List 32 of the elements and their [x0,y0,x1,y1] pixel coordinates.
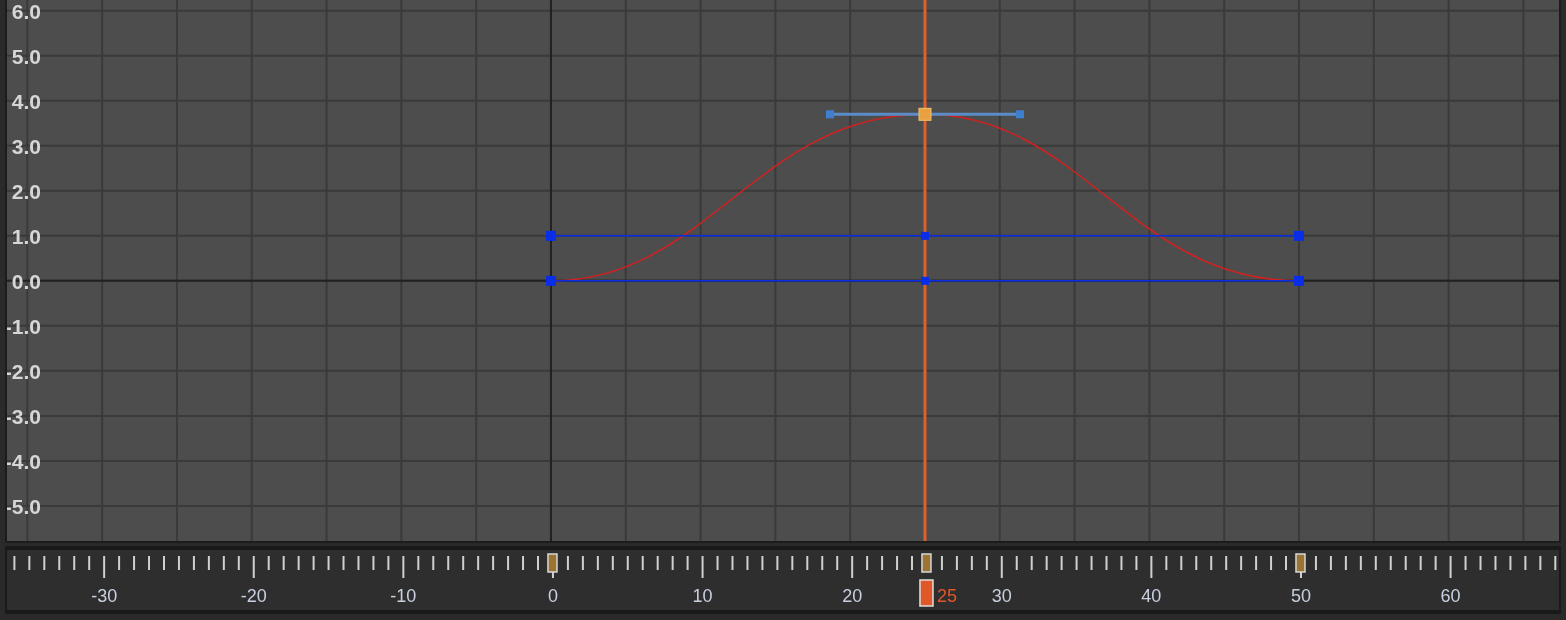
timeline-ruler[interactable]: -30 -20 -10 0 10 20 25 30 40 50 60 [5,546,1561,614]
current-frame-label: 25 [936,586,957,606]
key-marker[interactable] [921,553,932,573]
axis-label: 6.0 [11,0,41,23]
axis-label: 4.0 [11,89,41,113]
frame-label: 30 [991,586,1012,606]
frame-label: 40 [1141,586,1162,606]
frame-label: -10 [390,586,417,606]
frame-label: 10 [692,586,713,606]
axis-label: 1.0 [11,224,41,248]
keyframe-marker[interactable] [921,231,929,240]
frame-label: 50 [1290,586,1311,606]
time-slider-handle[interactable] [919,579,934,607]
frame-label: -30 [91,586,118,606]
keyframe-marker[interactable] [1294,275,1304,286]
selected-keyframe-marker[interactable] [918,107,932,121]
frame-label: 60 [1440,586,1461,606]
frame-label: -20 [240,586,267,606]
keyframe-marker[interactable] [921,276,929,285]
time-slider-line[interactable] [923,0,927,541]
keyframe-marker[interactable] [545,275,556,286]
key-marker[interactable] [547,553,558,573]
tangent-handle[interactable] [826,110,1024,119]
frame-label: 20 [842,586,863,606]
axis-label: 5.0 [11,44,41,68]
key-marker[interactable] [1295,553,1306,573]
keyframe-marker[interactable] [545,230,556,241]
axis-label: 3.0 [11,134,41,158]
axis-label: 0.0 [11,269,41,293]
keyframe-marker[interactable] [1294,230,1304,241]
frame-label: 0 [547,586,558,606]
axis-label: 2.0 [11,179,41,203]
